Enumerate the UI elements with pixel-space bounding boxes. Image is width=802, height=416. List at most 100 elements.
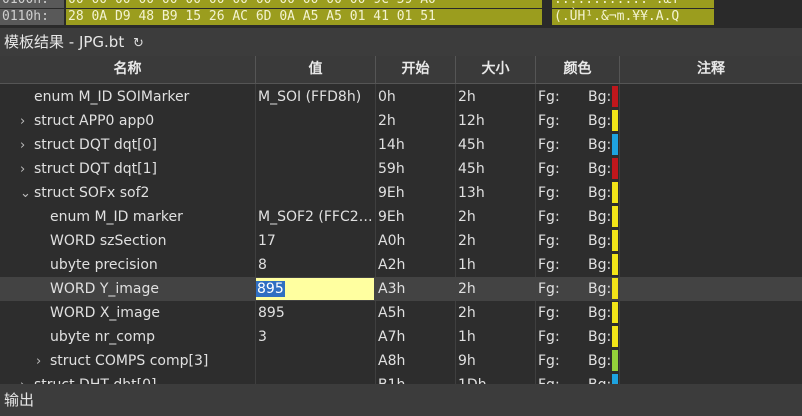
cell-color[interactable]: Fg: Bg: xyxy=(536,277,618,301)
cell-size: 1h xyxy=(458,257,476,273)
cell-color[interactable]: Fg: Bg: xyxy=(536,109,618,133)
bg-color-swatch[interactable] xyxy=(612,374,618,384)
cell-color[interactable]: Fg: Bg: xyxy=(536,229,618,253)
table-row[interactable]: ubyte nr_comp 3 A7h 1h Fg: Bg: xyxy=(0,325,802,349)
cell-size: 2h xyxy=(458,209,476,225)
cell-start: 9Eh xyxy=(378,209,405,225)
table-row[interactable]: › struct COMPS comp[3] A8h 9h Fg: Bg: xyxy=(0,349,802,373)
value-edit-field[interactable]: 895 xyxy=(256,278,374,300)
bg-color-swatch[interactable] xyxy=(612,182,618,203)
bg-color-swatch[interactable] xyxy=(612,86,618,107)
cell-name: ⌄ struct SOFx sof2 xyxy=(0,181,255,205)
column-header-value[interactable]: 值 xyxy=(256,56,376,83)
cell-size: 12h xyxy=(458,113,485,129)
table-row[interactable]: ⌄ struct SOFx sof2 9Eh 13h Fg: Bg: xyxy=(0,181,802,205)
bg-label: Bg: xyxy=(588,373,611,384)
bg-label: Bg: xyxy=(588,305,612,321)
table-row[interactable]: WORD Y_image 895 A3h 2h Fg: Bg: xyxy=(0,277,802,301)
cell-value[interactable]: M_SOF2 (FFC2… xyxy=(256,205,374,229)
table-row[interactable]: › struct DQT dqt[1] 59h 45h Fg: Bg: xyxy=(0,157,802,181)
cell-color[interactable]: Fg: Bg: xyxy=(536,373,618,384)
table-row[interactable]: ›struct DHT dht[0] B1h1Dh Fg: Bg: xyxy=(0,373,802,384)
table-row[interactable]: WORD X_image 895 A5h 2h Fg: Bg: xyxy=(0,301,802,325)
cell-size: 2h xyxy=(458,305,476,321)
table-row[interactable]: enum M_ID marker M_SOF2 (FFC2… 9Eh 2h Fg: Bg: xyxy=(0,205,802,229)
bg-color-swatch[interactable] xyxy=(612,206,618,227)
column-header-start[interactable]: 开始 xyxy=(376,56,456,83)
cell-color[interactable]: Fg: Bg: xyxy=(536,325,618,349)
table-row[interactable]: › struct DQT dqt[0] 14h 45h Fg: Bg: xyxy=(0,133,802,157)
hex-bytes[interactable]: 00 00 00 00 00 00 00 00 00 00 00 00 00 9… xyxy=(66,0,542,8)
hex-address: 0100h: xyxy=(0,0,64,8)
cell-color[interactable]: Fg: Bg: xyxy=(536,349,618,373)
hex-bytes[interactable]: 28 0A D9 48 B9 15 26 AC 6D 0A A5 A5 01 4… xyxy=(66,9,542,25)
cell-name: ubyte nr_comp xyxy=(0,325,255,349)
cell-value[interactable] xyxy=(256,157,374,181)
cell-value[interactable]: 17 xyxy=(256,229,374,253)
bg-label: Bg: xyxy=(588,185,612,201)
cell-color[interactable]: Fg: Bg: xyxy=(536,157,618,181)
table-row[interactable]: ubyte precision 8 A2h 1h Fg: Bg: xyxy=(0,253,802,277)
bg-color-swatch[interactable] xyxy=(612,326,618,347)
fg-label: Fg: xyxy=(538,185,560,201)
cell-color[interactable]: Fg: Bg: xyxy=(536,205,618,229)
chevron-right-icon[interactable]: › xyxy=(20,158,34,181)
column-header-name[interactable]: 名称 xyxy=(0,56,256,83)
bg-color-swatch[interactable] xyxy=(612,302,618,323)
fg-label: Fg: xyxy=(538,305,560,321)
cell-color[interactable]: Fg: Bg: xyxy=(536,85,618,109)
cell-name: WORD X_image xyxy=(0,301,255,325)
column-header-row: 名称 值 开始 大小 颜色 注释 xyxy=(0,56,802,84)
cell-size: 45h xyxy=(458,161,485,177)
bg-color-swatch[interactable] xyxy=(612,110,618,131)
cell-value[interactable] xyxy=(256,109,374,133)
chevron-down-icon[interactable]: ⌄ xyxy=(20,182,34,205)
column-header-color[interactable]: 颜色 xyxy=(536,56,620,83)
cell-value[interactable] xyxy=(256,133,374,157)
chevron-right-icon[interactable]: › xyxy=(20,374,34,384)
output-label: 输出 xyxy=(4,391,35,409)
cell-value[interactable]: M_SOI (FFD8h) xyxy=(256,85,374,109)
cell-value[interactable]: 895 xyxy=(256,301,374,325)
cell-start: A2h xyxy=(378,257,406,273)
hex-ascii[interactable]: ............ .œY xyxy=(552,0,714,8)
bg-color-swatch[interactable] xyxy=(612,278,618,299)
bg-label: Bg: xyxy=(588,137,612,153)
cell-value[interactable] xyxy=(256,181,374,205)
cell-size: 2h xyxy=(458,89,476,105)
column-header-comment[interactable]: 注释 xyxy=(620,56,802,83)
cell-value[interactable] xyxy=(256,349,374,373)
table-row[interactable]: › struct APP0 app0 2h 12h Fg: Bg: xyxy=(0,109,802,133)
template-results-grid: 名称 值 开始 大小 颜色 注释 enum M_ID SOIMarker M_SO… xyxy=(0,56,802,384)
cell-value[interactable]: 3 xyxy=(256,325,374,349)
refresh-icon[interactable]: ↻ xyxy=(133,36,144,51)
bg-color-swatch[interactable] xyxy=(612,254,618,275)
column-header-size[interactable]: 大小 xyxy=(456,56,536,83)
table-row[interactable]: enum M_ID SOIMarker M_SOI (FFD8h) 0h 2h Fg: B… xyxy=(0,85,802,109)
cell-color[interactable]: Fg: Bg: xyxy=(536,301,618,325)
cell-start: 14h xyxy=(378,137,405,153)
cell-color[interactable]: Fg: Bg: xyxy=(536,181,618,205)
hex-view: 0100h: 00 00 00 00 00 00 00 00 00 00 00 … xyxy=(0,0,802,28)
bg-color-swatch[interactable] xyxy=(612,134,618,155)
field-name: struct SOFx sof2 xyxy=(34,185,150,201)
field-name: struct DHT dht[0] xyxy=(34,377,156,384)
bg-color-swatch[interactable] xyxy=(612,350,618,371)
hex-ascii[interactable]: (.ÙH¹.&¬m.¥¥.A.Q xyxy=(552,9,714,25)
cell-value[interactable] xyxy=(256,373,374,384)
chevron-right-icon[interactable]: › xyxy=(20,134,34,157)
cell-color[interactable]: Fg: Bg: xyxy=(536,253,618,277)
output-panel-tab[interactable]: 输出 xyxy=(0,384,802,416)
table-row[interactable]: WORD szSection 17 A0h 2h Fg: Bg: xyxy=(0,229,802,253)
fg-label: Fg: xyxy=(538,329,560,345)
cell-value[interactable]: 895 xyxy=(256,277,374,301)
bg-color-swatch[interactable] xyxy=(612,158,618,179)
chevron-right-icon[interactable]: › xyxy=(20,110,34,133)
cell-color[interactable]: Fg: Bg: xyxy=(536,133,618,157)
fg-label: Fg: xyxy=(538,233,560,249)
cell-value[interactable]: 8 xyxy=(256,253,374,277)
field-name: ubyte nr_comp xyxy=(50,329,156,345)
bg-color-swatch[interactable] xyxy=(612,230,618,251)
chevron-right-icon[interactable]: › xyxy=(36,350,50,373)
field-name: WORD X_image xyxy=(50,305,161,321)
